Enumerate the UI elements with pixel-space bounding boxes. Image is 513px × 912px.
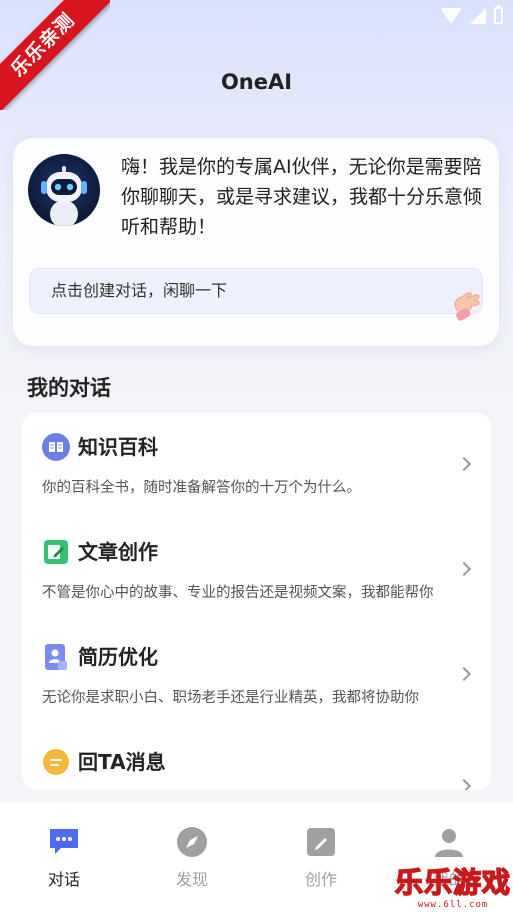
wifi-icon bbox=[440, 7, 462, 24]
list-item-desc: 不管是你心中的故事、专业的报告还是视频文案，我都能帮你 bbox=[42, 585, 434, 601]
tab-label: 创作 bbox=[304, 870, 337, 889]
compass-icon bbox=[175, 826, 209, 858]
list-item-title: 简历优化 bbox=[78, 645, 158, 669]
hand-icon bbox=[454, 292, 480, 321]
chevron-right-icon bbox=[456, 456, 472, 472]
list-item-reply[interactable]: 回TA消息 bbox=[22, 728, 491, 790]
watermark-main: 乐乐游戏 bbox=[394, 865, 512, 900]
resume-icon bbox=[42, 643, 70, 671]
create-icon bbox=[304, 826, 338, 858]
hero-greeting: 嗨！我是你的专属AI伙伴，无论你是需要陪你聊聊天，或是寻求建议，我都十分乐意倾听… bbox=[121, 156, 483, 238]
list-item-title: 知识百科 bbox=[78, 435, 158, 459]
tab-chat[interactable]: 对话 bbox=[24, 826, 104, 890]
list-item-knowledge[interactable]: 知识百科 你的百科全书，随时准备解答你的十万个为什么。 bbox=[22, 413, 491, 518]
book-icon bbox=[42, 433, 70, 461]
signal-icon bbox=[470, 7, 486, 24]
battery-icon bbox=[494, 5, 503, 24]
tab-label: 对话 bbox=[47, 870, 80, 889]
tab-create[interactable]: 创作 bbox=[281, 826, 361, 890]
chevron-right-icon bbox=[456, 666, 472, 682]
watermark-url: www.6ll.com bbox=[417, 900, 489, 910]
tab-label: 发现 bbox=[175, 870, 208, 889]
profile-icon bbox=[432, 826, 466, 858]
robot-avatar bbox=[28, 154, 100, 226]
create-chat-button[interactable]: 点击创建对话，闲聊一下 bbox=[29, 268, 483, 321]
page-title: OneAI bbox=[220, 70, 293, 94]
chevron-right-icon bbox=[456, 778, 472, 790]
chat-icon bbox=[47, 826, 81, 858]
hero-card: 嗨！我是你的专属AI伙伴，无论你是需要陪你聊聊天，或是寻求建议，我都十分乐意倾听… bbox=[13, 138, 499, 346]
list-item-writing[interactable]: 文章创作 不管是你心中的故事、专业的报告还是视频文案，我都能帮你 bbox=[22, 518, 491, 623]
list-item-desc: 无论你是求职小白、职场老手还是行业精英，我都将协助你 bbox=[42, 690, 419, 706]
status-icons bbox=[440, 5, 503, 24]
list-item-title: 文章创作 bbox=[78, 540, 158, 564]
edit-icon bbox=[42, 538, 70, 566]
list-item-desc: 你的百科全书，随时准备解答你的十万个为什么。 bbox=[42, 480, 361, 496]
message-icon bbox=[42, 748, 70, 776]
site-watermark: 乐乐游戏 www.6ll.com bbox=[394, 865, 512, 910]
tab-discover[interactable]: 发现 bbox=[152, 826, 232, 890]
list-item-title: 回TA消息 bbox=[78, 750, 166, 774]
section-title-my-conversations: 我的对话 bbox=[27, 376, 111, 400]
conversation-list: 知识百科 你的百科全书，随时准备解答你的十万个为什么。 文章创作 不管是你心中的… bbox=[22, 413, 491, 790]
robot-icon bbox=[41, 166, 87, 226]
chevron-right-icon bbox=[456, 561, 472, 577]
list-item-resume[interactable]: 简历优化 无论你是求职小白、职场老手还是行业精英，我都将协助你 bbox=[22, 623, 491, 728]
create-chat-label: 点击创建对话，闲聊一下 bbox=[51, 281, 228, 300]
